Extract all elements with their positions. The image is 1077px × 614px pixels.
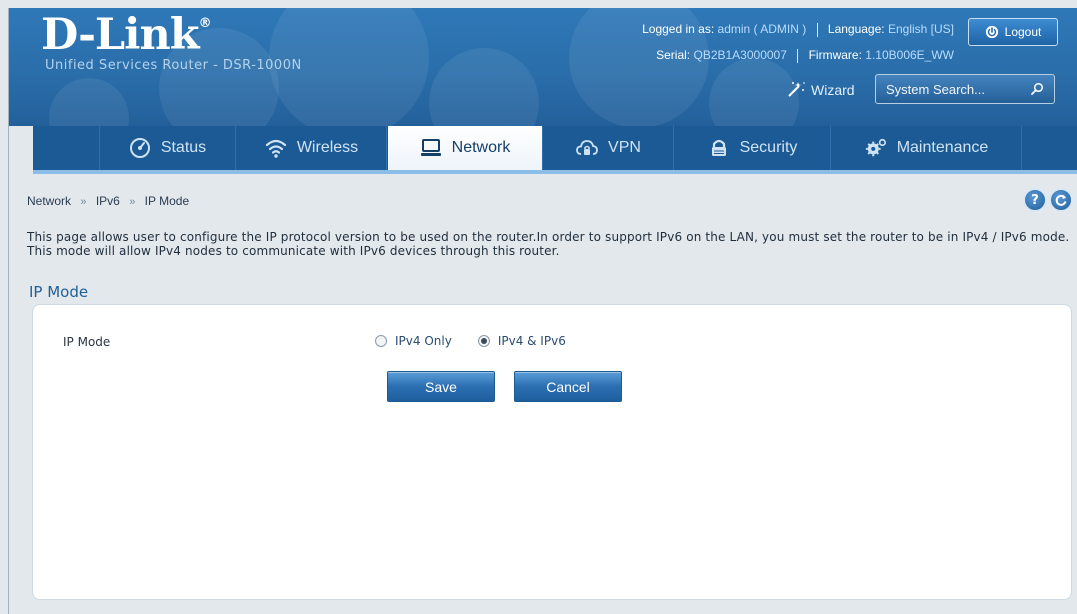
- section-title: IP Mode: [29, 283, 89, 301]
- breadcrumb: Network » IPv6 » IP Mode: [27, 194, 189, 208]
- breadcrumb-item-ip-mode: IP Mode: [144, 194, 190, 208]
- logout-label: Logout: [1004, 25, 1042, 39]
- cloud-lock-icon: [576, 140, 598, 155]
- breadcrumb-separator: »: [80, 196, 87, 208]
- gears-icon: [865, 138, 886, 157]
- serial-value: QB2B1A3000007: [693, 48, 787, 62]
- magic-wand-icon: [788, 82, 805, 97]
- language-label: Language:: [827, 22, 885, 36]
- search-icon[interactable]: [1030, 82, 1044, 96]
- wizard-label: Wizard: [811, 82, 855, 98]
- header-decoration: [49, 78, 129, 126]
- breadcrumb-item-ipv6[interactable]: IPv6: [96, 194, 120, 208]
- header-decoration: [429, 48, 539, 126]
- breadcrumb-item-network[interactable]: Network: [27, 194, 71, 208]
- wizard-link[interactable]: Wizard: [783, 80, 855, 100]
- nav-label: Maintenance: [896, 139, 989, 156]
- ip-mode-radio-group: IPv4 Only IPv4 & IPv6: [375, 334, 592, 348]
- cancel-button[interactable]: Cancel: [514, 371, 622, 402]
- nav-item-wireless[interactable]: Wireless: [237, 126, 387, 170]
- dlink-logo: D-Link®: [41, 10, 212, 60]
- logged-in-label: Logged in as:: [642, 22, 715, 36]
- power-icon: [985, 25, 998, 39]
- page-description: This page allows user to configure the I…: [27, 230, 1070, 258]
- app-frame: D-Link® Unified Services Router - DSR-10…: [8, 8, 1077, 614]
- ip-mode-panel: IP Mode IPv4 Only IPv4 & IPv6 Save Cance…: [32, 304, 1072, 600]
- ipv4-ipv6-option[interactable]: IPv4 & IPv6: [477, 334, 566, 348]
- nav-item-maintenance[interactable]: Maintenance: [832, 126, 1022, 170]
- current-user: admin ( ADMIN ): [717, 22, 807, 36]
- nav-label: Status: [160, 139, 207, 156]
- dashboard-icon: [129, 138, 150, 158]
- main-nav: Status Wireless Network VPN Security Mai…: [33, 126, 1077, 174]
- nav-label: VPN: [608, 139, 641, 156]
- help-button[interactable]: ?: [1023, 188, 1047, 212]
- divider: [816, 22, 818, 37]
- refresh-button[interactable]: [1049, 188, 1073, 212]
- session-info: Logged in as: admin ( ADMIN ) Language: …: [642, 22, 954, 37]
- save-button[interactable]: Save: [387, 371, 495, 402]
- ipv4-only-radio[interactable]: [375, 335, 387, 347]
- nav-item-network[interactable]: Network: [388, 126, 543, 170]
- firmware-value: 1.10B006E_WW: [865, 48, 954, 62]
- logout-button[interactable]: Logout: [968, 18, 1058, 46]
- ip-mode-label: IP Mode: [63, 335, 111, 349]
- language-select[interactable]: English [US]: [888, 22, 954, 36]
- serial-label: Serial:: [656, 48, 691, 62]
- nav-label: Security: [739, 139, 798, 156]
- nav-item-security[interactable]: Security: [675, 126, 831, 170]
- ipv4-only-label: IPv4 Only: [395, 334, 452, 348]
- firmware-label: Firmware:: [808, 48, 862, 62]
- search-placeholder: System Search...: [886, 81, 985, 97]
- device-info: Serial: QB2B1A3000007 Firmware: 1.10B006…: [656, 48, 954, 63]
- refresh-icon: [1055, 194, 1067, 206]
- lock-icon: [711, 139, 726, 156]
- product-name: Unified Services Router - DSR-1000N: [45, 58, 302, 73]
- nav-item-status[interactable]: Status: [100, 126, 236, 170]
- nav-label: Network: [451, 139, 511, 156]
- wifi-icon: [265, 139, 286, 158]
- system-search-input[interactable]: System Search...: [875, 74, 1055, 104]
- nav-item-vpn[interactable]: VPN: [544, 126, 674, 170]
- ipv4-ipv6-label: IPv4 & IPv6: [497, 334, 566, 348]
- header: D-Link® Unified Services Router - DSR-10…: [9, 8, 1077, 126]
- nav-label: Wireless: [296, 139, 359, 156]
- computer-icon: [420, 139, 441, 156]
- divider: [797, 48, 799, 63]
- breadcrumb-separator: »: [129, 196, 136, 208]
- ipv4-ipv6-radio[interactable]: [477, 335, 490, 347]
- ipv4-only-option[interactable]: IPv4 Only: [375, 334, 452, 348]
- help-icon: ?: [1031, 192, 1039, 208]
